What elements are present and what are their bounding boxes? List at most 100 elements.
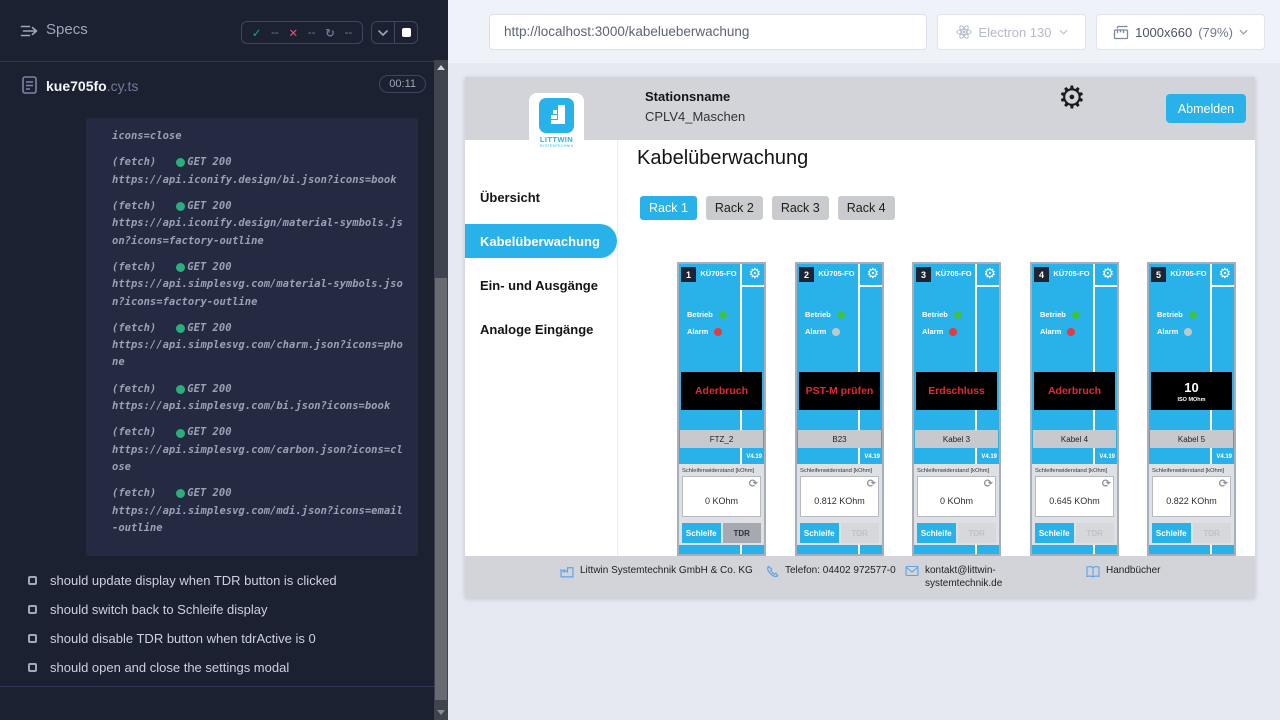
test-stats[interactable]: ✓ -- ✕ -- ↻ -- <box>241 21 363 44</box>
rack-tab[interactable]: Rack 1 <box>640 196 697 220</box>
schleife-button[interactable]: Schleife <box>1152 523 1191 543</box>
measurement-box: ⟳ 0 KOhm <box>917 476 996 517</box>
tdr-button[interactable]: TDR <box>1193 523 1232 543</box>
footer-email-text: kontakt@littwin-systemtechnik.de <box>925 564 1025 590</box>
spec-file-name: kue705fo.cy.ts <box>46 78 138 94</box>
rack-tab[interactable]: Rack 4 <box>838 196 895 220</box>
tdr-button[interactable]: TDR <box>1076 523 1115 543</box>
status-dot-icon <box>176 385 185 394</box>
mode-buttons: Schleife TDR <box>682 523 761 543</box>
sidebar-item[interactable]: Ein- und Ausgänge <box>465 263 617 307</box>
sidebar-item[interactable]: Kabelüberwachung <box>465 219 617 263</box>
schleife-button[interactable]: Schleife <box>1035 523 1074 543</box>
schleife-button[interactable]: Schleife <box>917 523 956 543</box>
chevron-down-icon <box>1059 29 1068 35</box>
schleife-button[interactable]: Schleife <box>682 523 721 543</box>
viewport-select[interactable]: 1000x660 (79%) <box>1096 14 1265 50</box>
footer-manuals-link[interactable]: Handbücher <box>1086 564 1160 578</box>
sidebar-item[interactable]: Analoge Eingänge <box>465 307 617 351</box>
log-url: https://api.iconify.design/bi.json?icons… <box>112 172 408 189</box>
alarm-label: Alarm <box>1157 327 1178 336</box>
tdr-button[interactable]: TDR <box>958 523 997 543</box>
card-settings-gear-icon[interactable]: ⚙ <box>748 264 761 284</box>
measurement-label: Schleifenwiderstand [kOhm] <box>1152 468 1231 474</box>
specs-list-toggle-icon[interactable] <box>20 24 40 43</box>
measurement-label: Schleifenwiderstand [kOhm] <box>800 468 879 474</box>
runner-scrollbar[interactable] <box>434 60 448 720</box>
rack-tab[interactable]: Rack 2 <box>706 196 763 220</box>
betrieb-led-icon <box>837 311 845 319</box>
sidebar-item-label: Übersicht <box>480 190 540 205</box>
log-entry: (fetch) GET 200 https://api.simplesvg.co… <box>112 259 408 311</box>
alarm-status: Alarm <box>922 327 957 336</box>
sidebar-item[interactable]: Übersicht <box>465 175 617 219</box>
measurement-panel: Schleifenwiderstand [kOhm] ⟳ 0.812 KOhm … <box>797 464 882 545</box>
tdr-button[interactable]: TDR <box>723 523 762 543</box>
test-item[interactable]: should update display when TDR button is… <box>0 566 434 595</box>
page-title: Kabelüberwachung <box>637 147 808 170</box>
stop-button[interactable] <box>394 22 417 43</box>
test-item[interactable]: should switch back to Schleife display <box>0 595 434 624</box>
refresh-icon[interactable]: ⟳ <box>1102 477 1111 490</box>
log-fetch-label: (fetch) <box>112 198 156 215</box>
firmware-version: V4.19 <box>1099 454 1115 460</box>
refresh-icon[interactable]: ⟳ <box>749 477 758 490</box>
mode-buttons: Schleife TDR <box>1152 523 1231 543</box>
refresh-icon[interactable]: ⟳ <box>867 477 876 490</box>
card-settings-gear-icon[interactable]: ⚙ <box>983 264 996 284</box>
measurement-value: 0.812 KOhm <box>801 496 878 506</box>
settings-gear-icon[interactable]: ⚙ <box>1058 83 1086 114</box>
command-log: icons=close (fetch) GET 200 https://api.… <box>86 118 418 556</box>
ruler-icon <box>1113 25 1129 40</box>
measurement-value: 0.822 KOhm <box>1153 496 1230 506</box>
phone-icon <box>766 565 779 578</box>
station-label: Stationsname <box>645 89 745 104</box>
spec-file-row[interactable]: kue705fo.cy.ts 00:11 <box>0 72 448 108</box>
stop-square-icon <box>402 28 411 37</box>
viewport-size: 1000x660 <box>1135 25 1192 40</box>
divider <box>860 285 882 287</box>
log-entry: (fetch) GET 200 https://api.iconify.desi… <box>112 154 408 189</box>
factory-icon <box>560 565 574 578</box>
alarm-led-icon <box>832 328 840 336</box>
logout-button[interactable]: Abmelden <box>1166 94 1246 123</box>
display-unit: ISO MOhm <box>1177 397 1205 403</box>
scroll-down-arrow-icon[interactable] <box>437 710 445 715</box>
alarm-label: Alarm <box>922 327 943 336</box>
url-input[interactable]: http://localhost:3000/kabelueberwachung <box>489 14 927 50</box>
test-box-icon <box>28 663 37 672</box>
scrollbar-thumb[interactable] <box>435 278 447 700</box>
viewport-zoom: (79%) <box>1198 25 1233 40</box>
test-title: should open and close the settings modal <box>50 660 289 675</box>
rack-tab[interactable]: Rack 3 <box>772 196 829 220</box>
device-model: KÜ705-FO <box>815 269 858 278</box>
card-settings-gear-icon[interactable]: ⚙ <box>1101 264 1114 284</box>
spec-base-name: kue705fo <box>46 78 107 94</box>
alarm-led-icon <box>1184 328 1192 336</box>
device-display: Erdschluss <box>916 372 997 410</box>
device-display: Aderbruch <box>681 372 762 410</box>
alarm-led-icon <box>714 328 722 336</box>
tdr-button[interactable]: TDR <box>841 523 880 543</box>
test-item[interactable]: should disable TDR button when tdrActive… <box>0 624 434 653</box>
schleife-button[interactable]: Schleife <box>800 523 839 543</box>
card-settings-gear-icon[interactable]: ⚙ <box>1218 264 1231 284</box>
app-sidebar: Übersicht Kabelüberwachung Ein- und Ausg… <box>465 140 618 556</box>
sidebar-item-label: Analoge Eingänge <box>480 322 593 337</box>
test-box-icon <box>28 634 37 643</box>
betrieb-status: Betrieb <box>687 310 727 319</box>
test-title: should update display when TDR button is… <box>50 573 337 588</box>
browser-select[interactable]: Electron 130 <box>937 14 1086 50</box>
station-name: CPLV4_Maschen <box>645 109 745 124</box>
refresh-icon[interactable]: ⟳ <box>1219 477 1228 490</box>
test-item[interactable]: should open and close the settings modal <box>0 653 434 682</box>
log-status: GET 200 <box>187 154 231 171</box>
footer-email[interactable]: kontakt@littwin-systemtechnik.de <box>905 564 1025 590</box>
refresh-icon[interactable]: ⟳ <box>984 477 993 490</box>
sidebar-item-label: Kabelüberwachung <box>465 224 617 258</box>
collapse-chevron-button[interactable] <box>372 22 394 43</box>
log-entry: (fetch) GET 200 https://api.iconify.desi… <box>112 198 408 250</box>
card-settings-gear-icon[interactable]: ⚙ <box>866 264 879 284</box>
scroll-up-arrow-icon[interactable] <box>437 65 445 70</box>
status-dot-icon <box>176 202 185 211</box>
